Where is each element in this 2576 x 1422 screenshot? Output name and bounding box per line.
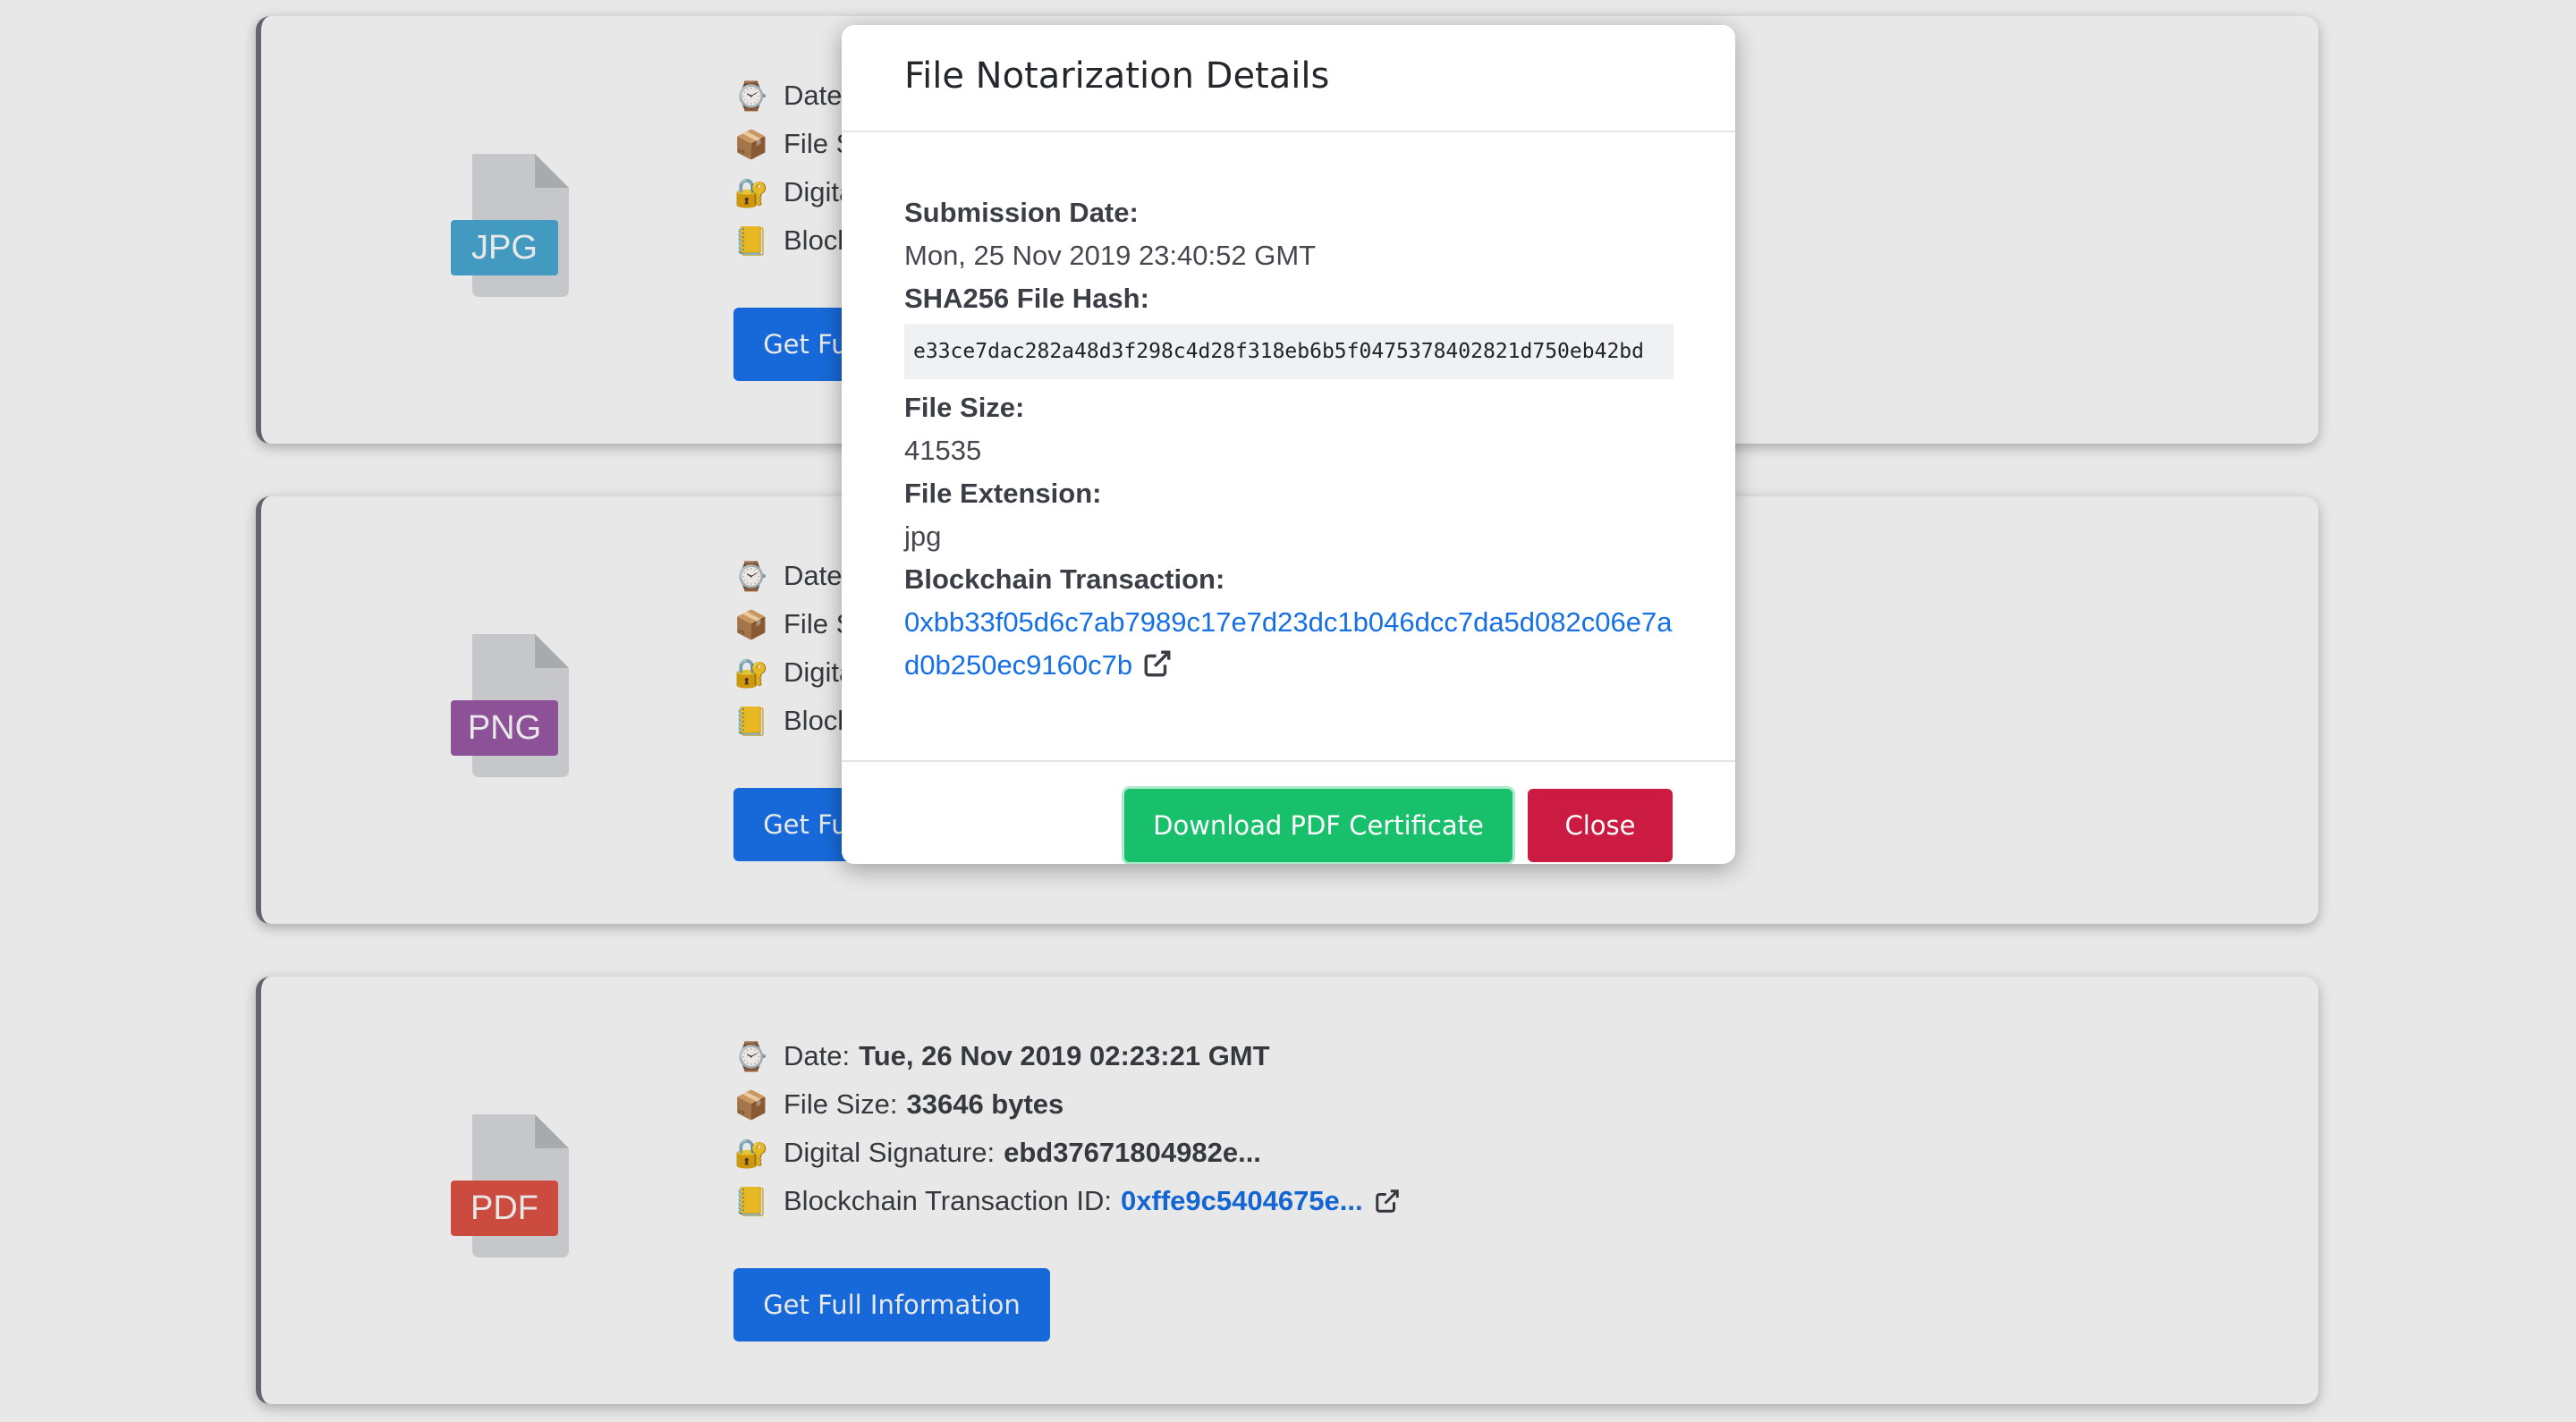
file-size-value: 41535 bbox=[904, 435, 982, 466]
file-size-label: File Size: bbox=[904, 392, 1025, 423]
hash-label: SHA256 File Hash: bbox=[904, 283, 1149, 314]
hash-value: e33ce7dac282a48d3f298c4d28f318eb6b5f0475… bbox=[904, 324, 1674, 379]
page: JPG ⌚ Date: 📦 File Size: 🔐 Digital Signa… bbox=[0, 0, 2576, 1422]
modal-header: File Notarization Details bbox=[842, 25, 1735, 132]
submission-date-label: Submission Date: bbox=[904, 197, 1139, 228]
modal-title: File Notarization Details bbox=[904, 55, 1330, 97]
file-extension-value: jpg bbox=[904, 521, 942, 552]
file-notarization-modal: File Notarization Details Submission Dat… bbox=[842, 25, 1735, 864]
blockchain-transaction-label: Blockchain Transaction: bbox=[904, 563, 1225, 595]
blockchain-transaction-link[interactable]: 0xbb33f05d6c7ab7989c17e7d23dc1b046dcc7da… bbox=[904, 606, 1672, 681]
download-pdf-certificate-button[interactable]: Download PDF Certificate bbox=[1124, 789, 1513, 862]
file-extension-label: File Extension: bbox=[904, 478, 1102, 509]
external-link-icon[interactable] bbox=[1142, 648, 1173, 679]
close-button[interactable]: Close bbox=[1528, 789, 1673, 862]
modal-body: Submission Date: Mon, 25 Nov 2019 23:40:… bbox=[904, 191, 1674, 687]
submission-date-value: Mon, 25 Nov 2019 23:40:52 GMT bbox=[904, 240, 1317, 271]
modal-footer: Download PDF Certificate Close bbox=[842, 760, 1735, 864]
blockchain-transaction-row: 0xbb33f05d6c7ab7989c17e7d23dc1b046dcc7da… bbox=[904, 601, 1674, 687]
